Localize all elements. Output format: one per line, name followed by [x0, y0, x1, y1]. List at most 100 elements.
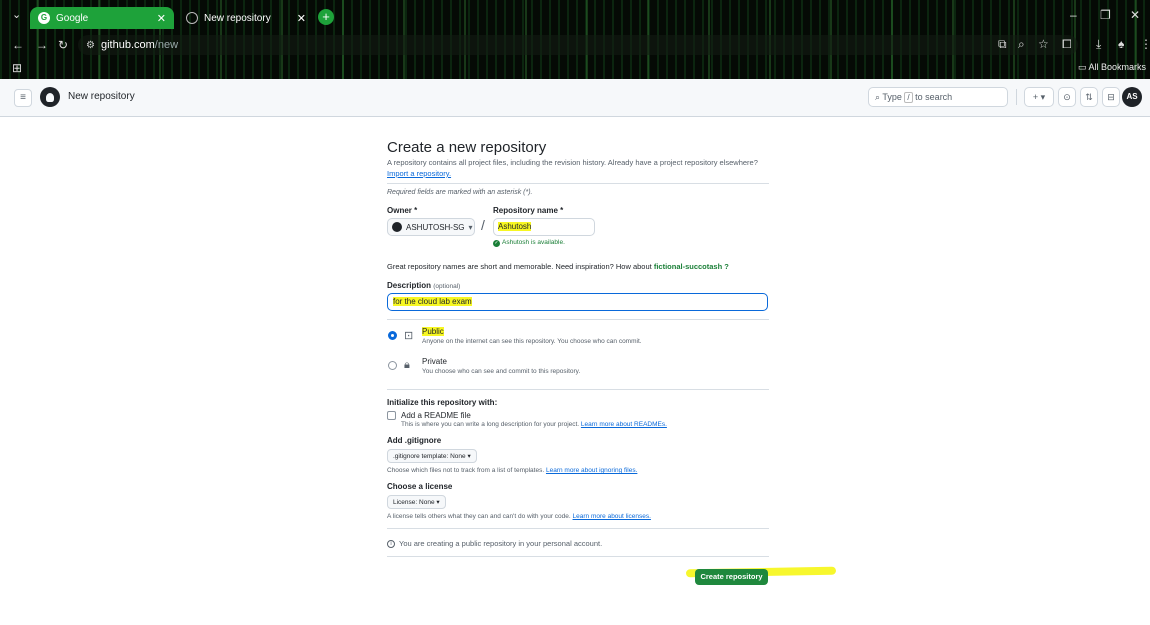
site-info-icon[interactable]: ⚙ — [86, 40, 95, 51]
search-shortcut-key: / — [904, 92, 913, 103]
init-label: Initialize this repository with: — [387, 398, 498, 407]
hamburger-menu-icon[interactable]: ≡ — [14, 89, 32, 107]
zoom-icon[interactable]: ⌕ — [1018, 37, 1025, 52]
window-close-icon[interactable]: ✕ — [1130, 8, 1140, 22]
close-tab-icon[interactable]: ✕ — [157, 12, 166, 25]
inbox-icon[interactable]: ⊟ — [1102, 87, 1120, 107]
divider — [387, 556, 769, 557]
info-message: i You are creating a public repository i… — [387, 539, 769, 548]
divider — [1016, 89, 1017, 105]
license-learn-more-link[interactable]: Learn more about licenses. — [573, 513, 651, 520]
name-suggestion-text: Great repository names are short and mem… — [387, 262, 729, 271]
lock-icon: 🔒︎ — [404, 359, 410, 371]
license-dropdown[interactable]: License: None ▾ — [387, 495, 446, 509]
avatar[interactable]: AS — [1122, 87, 1142, 107]
check-circle-icon: ✓ — [493, 240, 500, 247]
required-note: Required fields are marked with an aster… — [387, 189, 533, 196]
description-label: Description (optional) — [387, 281, 461, 290]
suggested-name-link[interactable]: fictional-succotash — [654, 262, 722, 271]
gitignore-description: Choose which files not to track from a l… — [387, 467, 638, 474]
profile-icon[interactable]: ♠ — [1118, 37, 1124, 51]
address-bar[interactable]: ⚙ github.com /new — [78, 35, 1078, 55]
gitignore-learn-more-link[interactable]: Learn more about ignoring files. — [546, 467, 637, 474]
chevron-down-icon: ▾ — [468, 222, 473, 232]
private-title: Private — [422, 357, 447, 366]
bookmark-star-icon[interactable]: ☆ — [1038, 37, 1049, 51]
divider — [387, 528, 769, 529]
divider — [387, 389, 769, 390]
availability-message: ✓ Ashutosh is available. — [493, 239, 565, 247]
import-repository-link[interactable]: Import a repository. — [387, 169, 769, 178]
chevron-down-icon: ▾ — [467, 453, 471, 460]
owner-repo-row: Owner * Repository name * ASHUTOSH-SG ▾ … — [387, 206, 769, 256]
new-repo-form: Create a new repository A repository con… — [387, 139, 769, 562]
visibility-private[interactable]: 🔒︎ Private You choose who can see and co… — [387, 355, 769, 381]
readme-option[interactable]: Add a README file — [387, 411, 769, 420]
divider — [387, 183, 769, 184]
extensions-icon[interactable]: ⧠ — [1062, 37, 1072, 52]
tab-new-repository[interactable]: New repository ✕ — [178, 7, 314, 29]
issues-icon[interactable]: ⊙ — [1058, 87, 1076, 107]
close-tab-icon[interactable]: ✕ — [297, 12, 306, 25]
description-input[interactable]: for the cloud lab exam — [387, 293, 768, 311]
new-tab-plus-icon[interactable]: + — [318, 9, 334, 25]
bookmarks-bar: ⊞ ▭ All Bookmarks — [0, 58, 1150, 79]
private-radio[interactable] — [388, 361, 397, 370]
public-radio[interactable] — [388, 331, 397, 340]
form-subtitle: A repository contains all project files,… — [387, 158, 769, 178]
gitignore-dropdown[interactable]: .gitignore template: None ▾ — [387, 449, 477, 463]
search-icon: ⌕ — [875, 92, 881, 102]
form-heading: Create a new repository — [387, 139, 547, 156]
private-description: You choose who can see and commit to thi… — [422, 368, 581, 375]
download-icon[interactable]: ⤓ — [1096, 37, 1101, 52]
search-input[interactable]: ⌕ Type / to search — [868, 87, 1008, 107]
folder-icon: ▭ — [1077, 62, 1087, 72]
menu-kebab-icon[interactable]: ⋮ — [1140, 37, 1150, 51]
owner-label: Owner * — [387, 206, 418, 215]
repo-name-input[interactable]: Ashutosh — [493, 218, 595, 236]
divider — [387, 319, 769, 320]
visibility-public[interactable]: ⊡ Public Anyone on the internet can see … — [387, 325, 769, 351]
owner-repo-separator: / — [481, 217, 485, 233]
public-title: Public — [422, 327, 444, 336]
readme-description: This is where you can write a long descr… — [401, 421, 667, 428]
url-host: github.com — [100, 39, 155, 51]
info-icon: i — [387, 539, 395, 548]
pull-requests-icon[interactable]: ⇅ — [1080, 87, 1098, 107]
gitignore-label: Add .gitignore — [387, 436, 442, 445]
github-header: ≡ New repository ⌕ Type / to search + ▾ … — [0, 79, 1150, 117]
back-arrow-icon[interactable]: ← — [12, 38, 24, 52]
minimize-icon[interactable]: – — [1070, 8, 1077, 22]
reload-icon[interactable]: ↻ — [58, 38, 68, 52]
page-title: New repository — [68, 91, 135, 102]
tab-google[interactable]: G Google ✕ — [30, 7, 174, 29]
public-description: Anyone on the internet can see this repo… — [422, 338, 642, 345]
cast-icon[interactable]: ⧉ — [998, 37, 1007, 52]
chevron-down-icon: ▾ — [436, 499, 440, 506]
maximize-icon[interactable]: ❐ — [1100, 8, 1111, 22]
readme-checkbox[interactable] — [387, 411, 396, 420]
all-bookmarks[interactable]: ▭ All Bookmarks — [1078, 62, 1146, 73]
license-label: Choose a license — [387, 482, 453, 491]
forward-arrow-icon[interactable]: → — [36, 38, 48, 52]
address-row: ← → ↻ ⚙ github.com /new ⧉ ⌕ ☆ ⧠ ⤓ ♠ ⋮ — [0, 30, 1150, 58]
create-new-plus-icon[interactable]: + ▾ — [1024, 87, 1054, 107]
readme-label: Add a README file — [401, 411, 471, 420]
apps-grid-icon[interactable]: ⊞ — [12, 61, 22, 75]
tab-bar: ⌄ G Google ✕ New repository ✕ + – ❐ ✕ — [0, 0, 1150, 30]
license-description: A license tells others what they can and… — [387, 513, 651, 520]
readme-learn-more-link[interactable]: Learn more about READMEs. — [581, 421, 667, 428]
github-logo-icon[interactable] — [40, 87, 60, 107]
url-path: /new — [154, 39, 179, 51]
owner-dropdown[interactable]: ASHUTOSH-SG ▾ — [387, 218, 475, 236]
repo-icon: ⊡ — [404, 330, 414, 342]
tab-search-chevron-icon[interactable]: ⌄ — [12, 8, 21, 21]
tab-title: New repository — [204, 12, 271, 24]
browser-chrome: ⌄ G Google ✕ New repository ✕ + – ❐ ✕ ← … — [0, 0, 1150, 79]
google-favicon-icon: G — [38, 12, 50, 24]
repo-name-label: Repository name * — [493, 206, 564, 215]
owner-avatar — [392, 222, 402, 232]
create-repository-button[interactable]: Create repository — [695, 569, 768, 585]
loading-favicon-icon — [186, 12, 198, 24]
tab-title: Google — [56, 12, 89, 24]
